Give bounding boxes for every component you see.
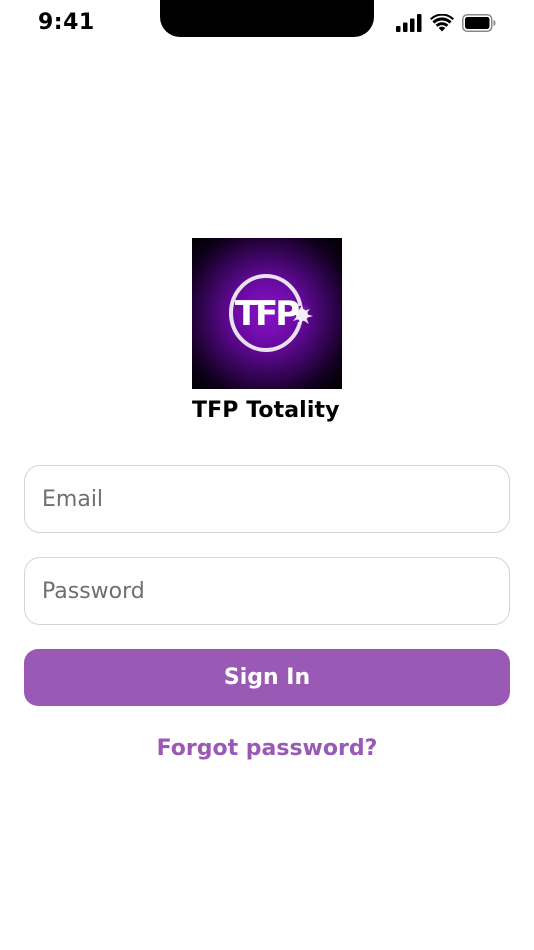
forgot-password-link[interactable]: Forgot password?: [0, 736, 534, 761]
wifi-icon: [430, 13, 454, 36]
logo-letters: TFP: [235, 294, 299, 334]
status-bar: 9:41: [0, 0, 534, 50]
sign-in-button[interactable]: Sign In: [24, 649, 510, 706]
app-name: TFP Totality: [192, 398, 340, 423]
email-field-container: [24, 465, 510, 533]
battery-icon: [462, 14, 496, 36]
password-field-container: [24, 557, 510, 625]
status-icons: [396, 13, 496, 36]
status-time: 9:41: [38, 10, 95, 35]
cellular-signal-icon: [396, 14, 422, 36]
email-field[interactable]: [25, 466, 509, 532]
device-notch: [160, 0, 374, 37]
app-logo: TFP: [192, 238, 342, 389]
password-field[interactable]: [25, 558, 509, 624]
